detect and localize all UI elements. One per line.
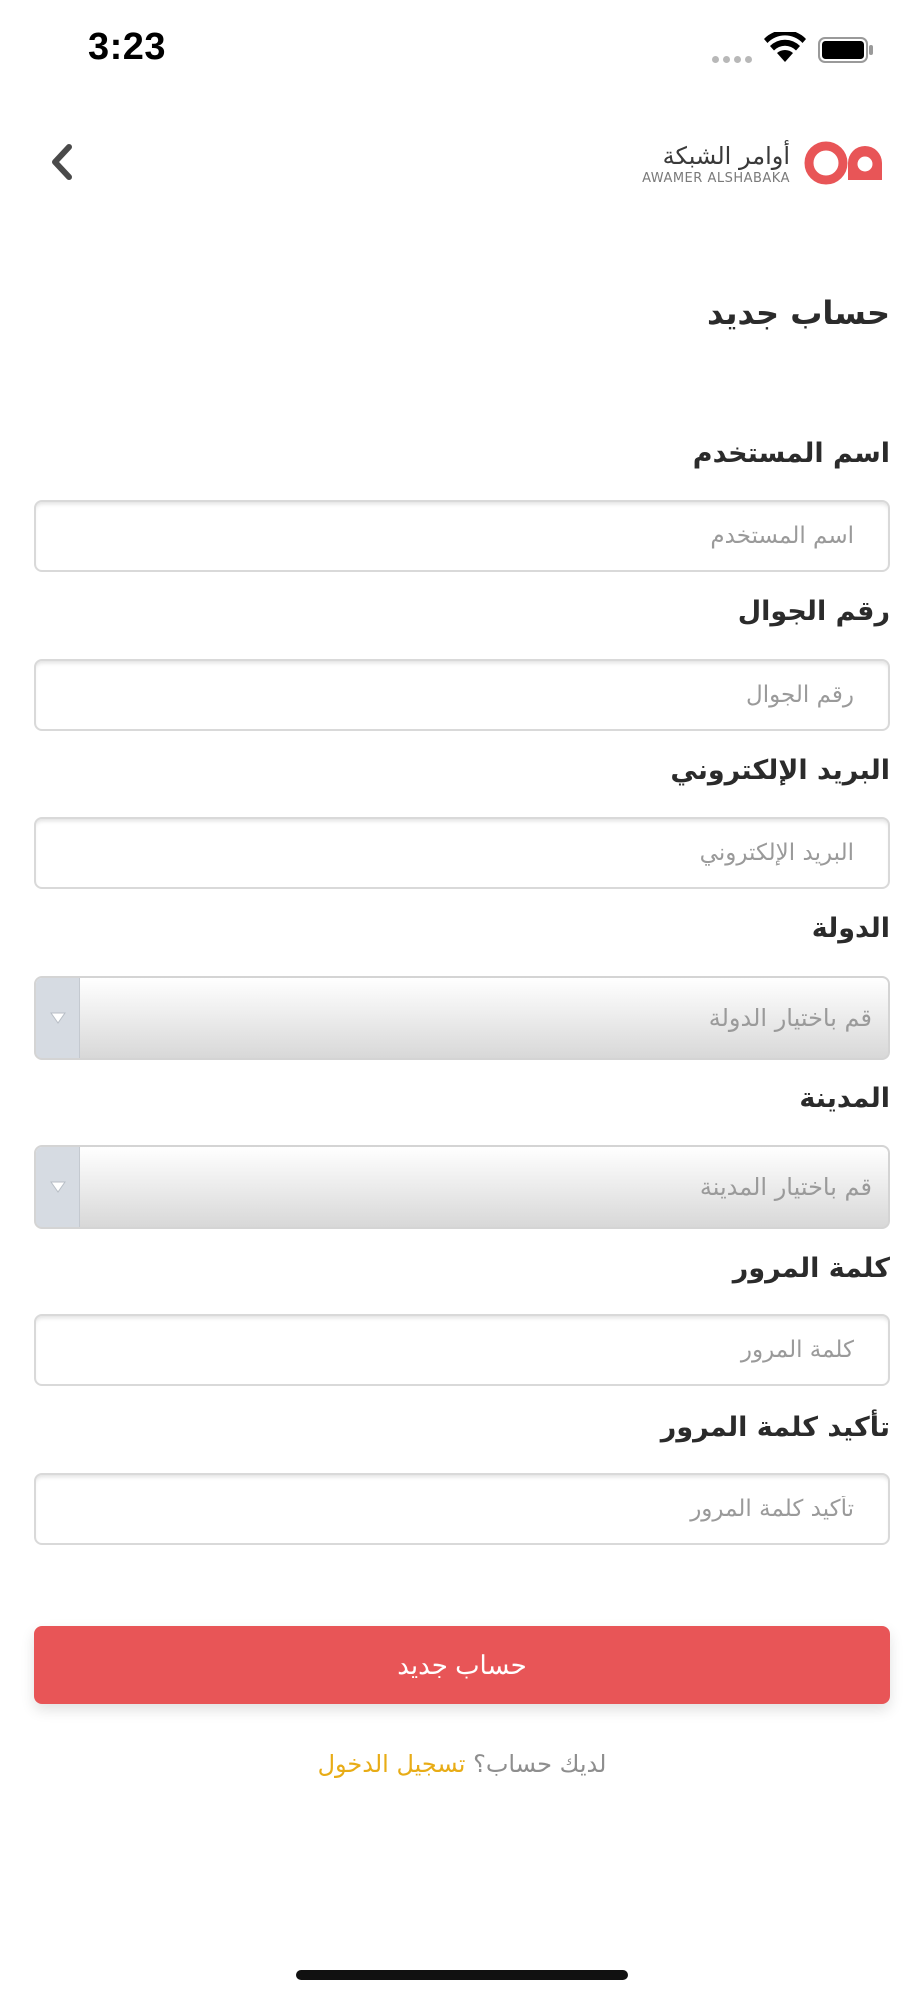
country-select-placeholder: قم باختيار الدولة [708, 1004, 872, 1032]
header: أوامر الشبكة AWAMER ALSHABAKA [0, 120, 924, 210]
logo-mark-icon [804, 141, 882, 185]
wifi-icon [764, 32, 806, 62]
password-input[interactable] [34, 1314, 890, 1386]
logo-text: أوامر الشبكة AWAMER ALSHABAKA [642, 141, 790, 186]
triangle-down-icon [49, 1181, 66, 1193]
home-indicator[interactable] [296, 1970, 628, 1980]
status-time: 3:23 [88, 26, 167, 68]
username-label: اسم المستخدم [692, 438, 890, 469]
city-select[interactable]: قم باختيار المدينة [34, 1145, 890, 1229]
select-arrow [36, 1147, 80, 1227]
login-question-text: لديك حساب؟ [473, 1750, 607, 1778]
status-bar: 3:23 [0, 0, 924, 100]
create-account-button[interactable]: حساب جديد [34, 1626, 890, 1704]
back-button[interactable] [36, 136, 88, 188]
brand-logo: أوامر الشبكة AWAMER ALSHABAKA [642, 138, 890, 188]
confirm-password-input[interactable] [34, 1473, 890, 1545]
login-prompt: لديك حساب؟ تسجيل الدخول [0, 1750, 924, 1778]
username-input[interactable] [34, 500, 890, 572]
logo-english-text: AWAMER ALSHABAKA [642, 170, 790, 186]
country-select[interactable]: قم باختيار الدولة [34, 976, 890, 1060]
mobile-label: رقم الجوال [737, 596, 890, 627]
password-label: كلمة المرور [732, 1253, 890, 1284]
country-label: الدولة [811, 913, 890, 944]
email-label: البريد الإلكتروني [670, 755, 890, 786]
battery-icon [818, 37, 873, 63]
page-title: حساب جديد [707, 294, 890, 332]
chevron-left-icon [52, 144, 72, 180]
select-arrow [36, 978, 80, 1058]
email-input[interactable] [34, 817, 890, 889]
mobile-input[interactable] [34, 659, 890, 731]
cellular-signal-icon [712, 56, 752, 63]
login-link[interactable]: تسجيل الدخول [318, 1750, 466, 1778]
logo-arabic-text: أوامر الشبكة [662, 141, 790, 170]
confirm-password-label: تأكيد كلمة المرور [660, 1412, 890, 1443]
triangle-down-icon [49, 1012, 66, 1024]
city-label: المدينة [799, 1083, 890, 1114]
city-select-placeholder: قم باختيار المدينة [699, 1173, 872, 1201]
